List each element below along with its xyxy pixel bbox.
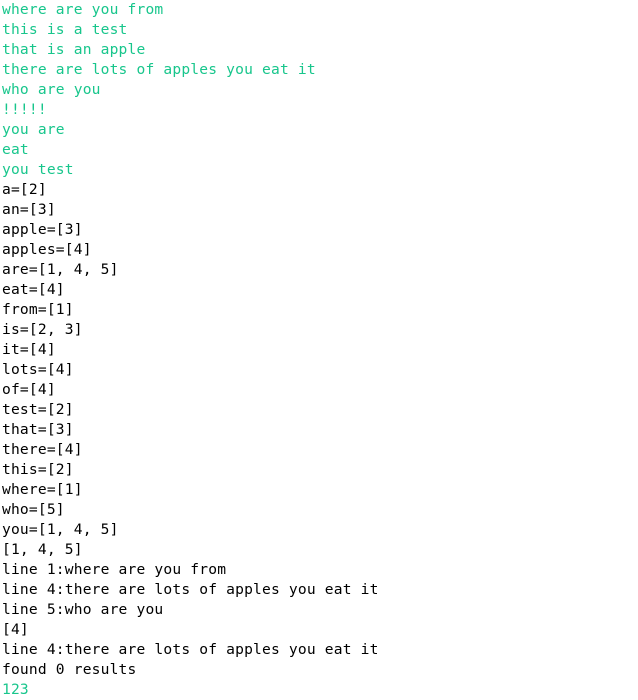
console-line: it=[4] [2,341,56,358]
console-line: [1, 4, 5] [2,541,83,558]
console-line: where=[1] [2,481,83,498]
console-line: a=[2] [2,181,47,198]
console-line: you are [2,121,65,138]
console-line: an=[3] [2,201,56,218]
console-line: who=[5] [2,501,65,518]
console-line: found 0 results [2,661,137,678]
console-line: there are lots of apples you eat it [2,61,316,78]
console-line: where are you from [2,1,164,18]
console-line: [4] [2,621,29,638]
console-line: line 1:where are you from [2,561,227,578]
console-output-area: where are you from this is a test that is … [0,0,638,698]
console-line: you test [2,161,74,178]
console-line: eat=[4] [2,281,65,298]
console-line: test=[2] [2,401,74,418]
console-line: line 4:there are lots of apples you eat … [2,641,379,658]
console-line: you=[1, 4, 5] [2,521,119,538]
console-line: is=[2, 3] [2,321,83,338]
console-line: 123 [2,681,29,698]
console-line: line 5:who are you [2,601,164,618]
console-line: lots=[4] [2,361,74,378]
console-line: that is an apple [2,41,146,58]
console-line: of=[4] [2,381,56,398]
console-line: there=[4] [2,441,83,458]
console-line: line 4:there are lots of apples you eat … [2,581,379,598]
console-line: apple=[3] [2,221,83,238]
console-line: !!!!! [2,101,47,118]
console-line: this is a test [2,21,128,38]
console-line: that=[3] [2,421,74,438]
console-line: apples=[4] [2,241,92,258]
console-line: from=[1] [2,301,74,318]
console-line: who are you [2,81,101,98]
console-line: eat [2,141,29,158]
console-line: are=[1, 4, 5] [2,261,119,278]
console-line: this=[2] [2,461,74,478]
